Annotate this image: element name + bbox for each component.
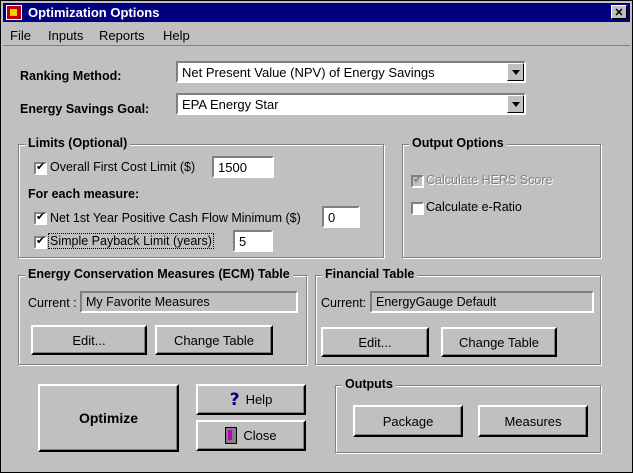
eratio-label: Calculate e-Ratio [426, 200, 522, 214]
optimize-button[interactable]: Optimize [38, 384, 179, 452]
help-label: Help [245, 392, 273, 407]
payback-checkbox[interactable] [34, 235, 47, 249]
menu-reports[interactable]: Reports [99, 28, 145, 43]
payback-input[interactable]: 5 [233, 230, 273, 252]
savings-goal-label: Energy Savings Goal: [20, 102, 150, 116]
outputs-title: Outputs [342, 377, 396, 391]
menu-inputs[interactable]: Inputs [48, 28, 83, 43]
first-cost-input[interactable]: 1500 [212, 156, 274, 178]
financial-change-table-button[interactable]: Change Table [441, 327, 557, 357]
menu-bar: File Inputs Reports Help [3, 25, 630, 46]
cashflow-checkbox[interactable] [34, 211, 47, 225]
close-label: Close [243, 428, 277, 443]
chevron-down-icon[interactable] [507, 63, 524, 81]
first-cost-label: Overall First Cost Limit ($) [50, 160, 196, 174]
ranking-method-label: Ranking Method: [20, 69, 122, 83]
output-options-title: Output Options [409, 136, 507, 150]
hers-score-label: Calculate HERS Score [426, 173, 553, 187]
menu-help[interactable]: Help [163, 28, 190, 43]
chevron-down-icon[interactable] [507, 95, 524, 113]
close-button[interactable]: Close [196, 420, 306, 451]
eratio-checkbox[interactable] [411, 202, 424, 215]
ecm-current-value: My Favorite Measures [80, 291, 298, 313]
close-window-button[interactable]: ✕ [611, 5, 627, 19]
limits-title: Limits (Optional) [25, 136, 131, 150]
exit-door-icon [225, 427, 238, 444]
first-cost-checkbox[interactable] [34, 161, 47, 175]
ecm-table-title: Energy Conservation Measures (ECM) Table [25, 267, 293, 281]
help-icon: ? [229, 389, 240, 410]
window-title: Optimization Options [28, 5, 160, 20]
each-measure-label: For each measure: [28, 187, 140, 201]
financial-edit-button[interactable]: Edit... [321, 327, 429, 357]
savings-goal-value: EPA Energy Star [182, 97, 279, 112]
ecm-current-label: Current : [28, 296, 77, 310]
ecm-change-table-button[interactable]: Change Table [155, 325, 273, 355]
package-button[interactable]: Package [353, 405, 463, 437]
cashflow-input[interactable]: 0 [322, 206, 360, 228]
cashflow-label: Net 1st Year Positive Cash Flow Minimum … [50, 211, 301, 225]
measures-button[interactable]: Measures [478, 405, 588, 437]
financial-table-title: Financial Table [322, 267, 418, 281]
help-button[interactable]: ? Help [196, 384, 306, 415]
savings-goal-select[interactable]: EPA Energy Star [176, 93, 526, 115]
ranking-method-select[interactable]: Net Present Value (NPV) of Energy Saving… [176, 61, 526, 83]
ranking-method-value: Net Present Value (NPV) of Energy Saving… [182, 65, 435, 80]
optimization-options-window: Optimization Options ✕ File Inputs Repor… [0, 0, 633, 473]
financial-current-label: Current: [321, 296, 367, 310]
menu-file[interactable]: File [10, 28, 31, 43]
title-bar: Optimization Options ✕ [3, 3, 630, 22]
app-icon [6, 5, 22, 20]
payback-label: Simple Payback Limit (years) [48, 233, 214, 249]
hers-score-checkbox[interactable] [411, 174, 424, 188]
financial-current-value: EnergyGauge Default [370, 291, 594, 313]
ecm-edit-button[interactable]: Edit... [31, 325, 147, 355]
